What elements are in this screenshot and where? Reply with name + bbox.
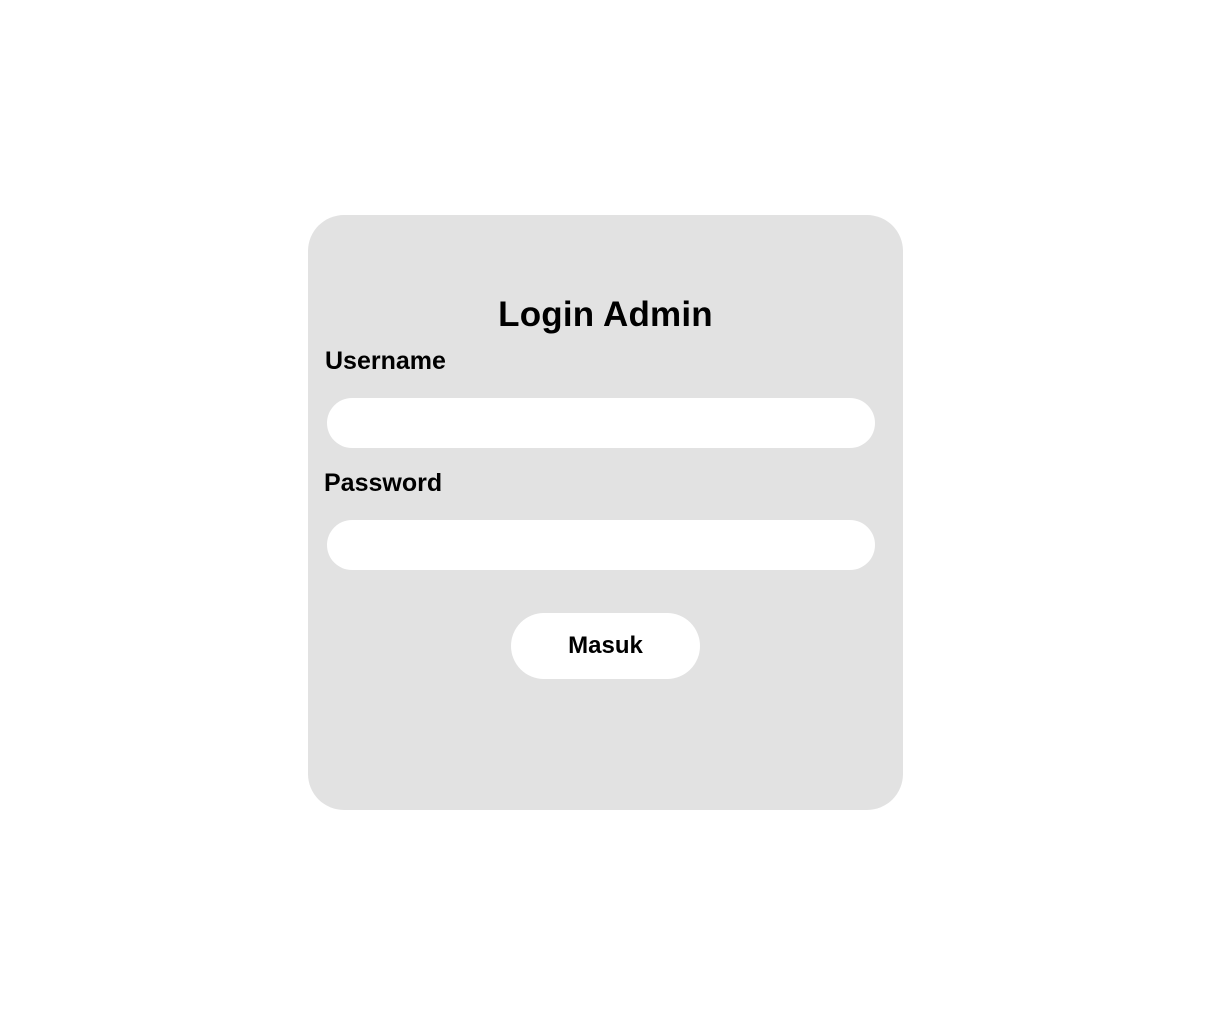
page-title: Login Admin bbox=[498, 295, 713, 334]
login-page: Login Admin Username Password Masuk bbox=[0, 0, 1210, 1024]
password-input[interactable] bbox=[327, 520, 875, 570]
login-card: Login Admin Username Password Masuk bbox=[308, 215, 903, 810]
login-button[interactable]: Masuk bbox=[511, 613, 700, 679]
username-label: Username bbox=[325, 347, 446, 375]
username-input[interactable] bbox=[327, 398, 875, 448]
password-label: Password bbox=[324, 469, 443, 497]
